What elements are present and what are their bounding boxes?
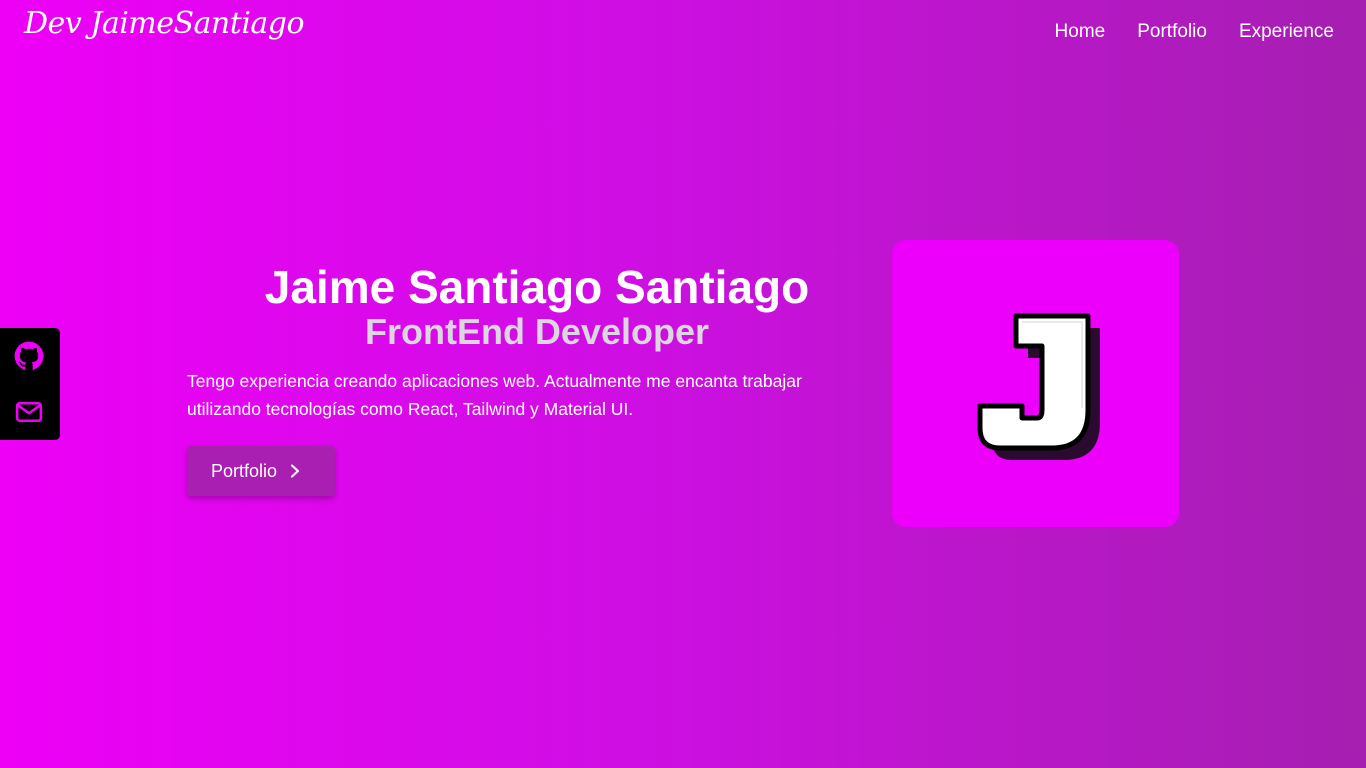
avatar-j-logo <box>977 313 1100 460</box>
social-sidebar <box>0 328 60 440</box>
github-icon <box>14 341 44 370</box>
mail-icon <box>15 402 43 422</box>
nav-portfolio[interactable]: Portfolio <box>1137 20 1207 44</box>
nav-home[interactable]: Home <box>1055 20 1106 44</box>
nav-experience[interactable]: Experience <box>1239 20 1334 44</box>
email-link[interactable] <box>14 397 44 427</box>
main-nav: Home Portfolio Experience <box>1055 20 1334 44</box>
hero-role: FrontEnd Developer <box>364 311 710 352</box>
hero-description: Tengo experiencia creando aplicaciones w… <box>187 371 802 419</box>
portfolio-button[interactable]: Portfolio <box>187 446 335 496</box>
hero-name: Jaime Santiago Santiago <box>264 261 810 313</box>
avatar-card: J <box>892 240 1179 527</box>
chevron-right-icon <box>287 463 303 479</box>
site-logo[interactable]: Dev JaimeSantiago <box>24 6 305 41</box>
portfolio-button-label: Portfolio <box>211 460 278 481</box>
github-link[interactable] <box>14 341 44 371</box>
